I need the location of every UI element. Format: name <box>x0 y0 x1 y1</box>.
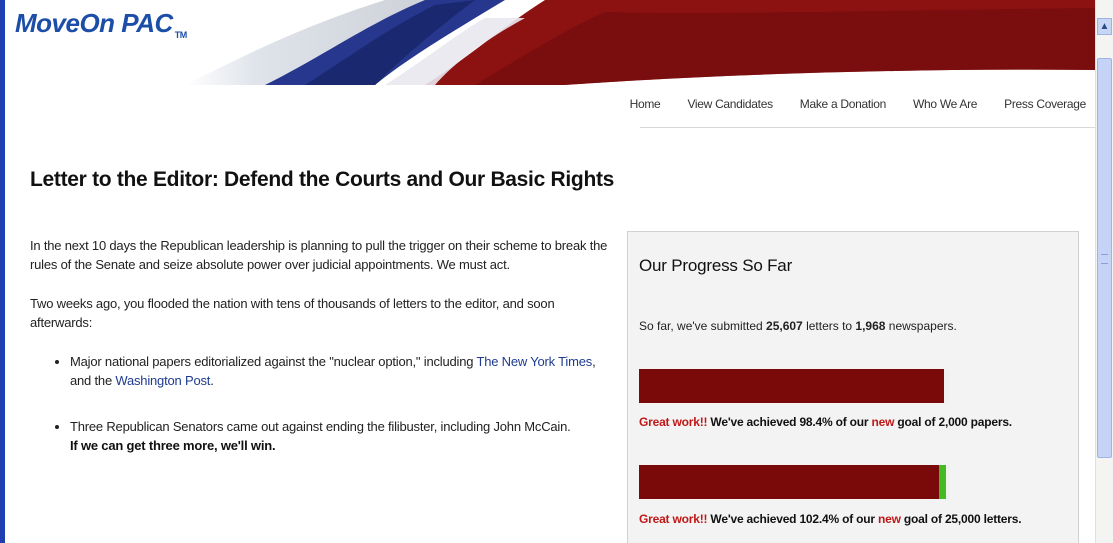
papers-count: 1,968 <box>855 319 886 333</box>
summary-text: letters to <box>802 319 856 333</box>
caption-text: We've achieved 102.4% of our <box>707 512 879 526</box>
papers-progress-caption: Great work!! We've achieved 98.4% of our… <box>639 415 1012 429</box>
logo-tm: TM <box>174 30 188 41</box>
letters-progress-overflow <box>939 465 947 499</box>
header-banner: MoveOn PAC TM <box>5 0 1096 85</box>
scroll-grip-icon <box>1101 254 1108 264</box>
papers-progress-bar <box>639 369 949 403</box>
list-item: Three Republican Senators came out again… <box>70 417 610 455</box>
page: MoveOn PAC TM Home View Candidates Make a… <box>0 0 1096 543</box>
caption-text: goal of 2,000 papers. <box>894 415 1012 429</box>
moveon-pac-logo[interactable]: MoveOn PAC TM <box>15 8 187 40</box>
summary-text: newspapers. <box>885 319 957 333</box>
nav-view-candidates[interactable]: View Candidates <box>687 97 773 111</box>
great-work-label: Great work!! <box>639 512 708 526</box>
nav-divider <box>640 127 1096 128</box>
page-title: Letter to the Editor: Defend the Courts … <box>30 168 615 191</box>
article-body: In the next 10 days the Republican leade… <box>30 236 610 482</box>
link-new-york-times[interactable]: The New York Times <box>476 354 592 369</box>
letters-progress-caption: Great work!! We've achieved 102.4% of ou… <box>639 512 1022 526</box>
bullet-bold-text: If we can get three more, we'll win. <box>70 438 276 453</box>
logo-text: MoveOn PAC <box>15 8 173 38</box>
bullet-text: Major national papers editorialized agai… <box>70 354 477 369</box>
link-washington-post[interactable]: Washington Post <box>115 373 210 388</box>
paragraph-intro: In the next 10 days the Republican leade… <box>30 238 608 272</box>
progress-summary: So far, we've submitted 25,607 letters t… <box>639 319 957 333</box>
summary-text: So far, we've submitted <box>639 319 767 333</box>
nav-make-a-donation[interactable]: Make a Donation <box>800 97 887 111</box>
scroll-thumb[interactable] <box>1097 58 1112 458</box>
caption-text: goal of 25,000 letters. <box>900 512 1022 526</box>
main-nav: Home View Candidates Make a Donation Who… <box>603 97 1087 111</box>
results-list: Major national papers editorialized agai… <box>30 352 610 455</box>
letters-count: 25,607 <box>766 319 803 333</box>
bullet-text: . <box>210 373 214 388</box>
list-item: Major national papers editorialized agai… <box>70 352 610 390</box>
great-work-label: Great work!! <box>639 415 708 429</box>
progress-title: Our Progress So Far <box>639 256 793 275</box>
letters-progress-bar <box>639 465 949 499</box>
nav-home[interactable]: Home <box>630 97 661 111</box>
scroll-up-arrow-icon[interactable]: ▲ <box>1097 18 1112 35</box>
vertical-scrollbar[interactable]: ▲ <box>1095 0 1113 543</box>
caption-text: We've achieved 98.4% of our <box>707 415 872 429</box>
progress-panel: Our Progress So Far So far, we've submit… <box>627 231 1079 543</box>
nav-press-coverage[interactable]: Press Coverage <box>1004 97 1086 111</box>
bullet-text: Three Republican Senators came out again… <box>70 419 571 434</box>
new-label: new <box>871 415 895 429</box>
nav-who-we-are[interactable]: Who We Are <box>913 97 977 111</box>
letters-progress-fill <box>639 465 939 499</box>
paragraph-two-weeks: Two weeks ago, you flooded the nation wi… <box>30 296 555 330</box>
papers-progress-fill <box>639 369 945 403</box>
new-label: new <box>878 512 901 526</box>
